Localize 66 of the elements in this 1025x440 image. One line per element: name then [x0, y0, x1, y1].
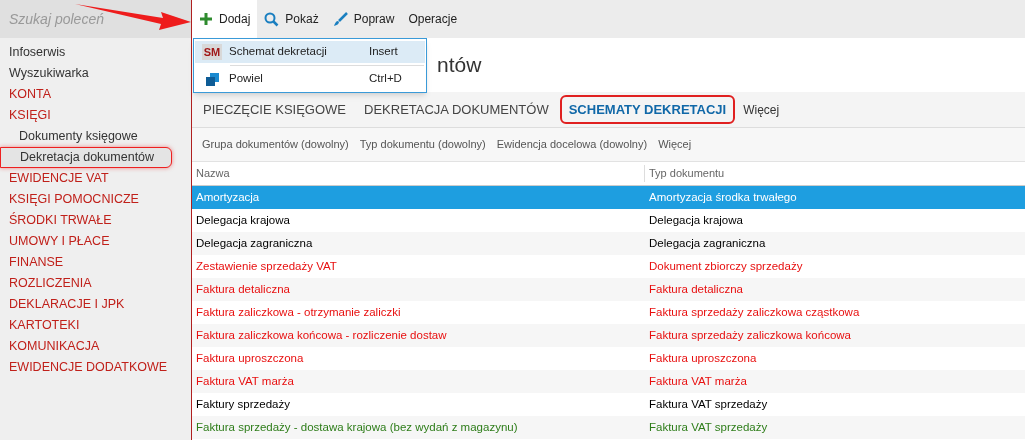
brush-icon [332, 11, 348, 27]
sidebar-item[interactable]: FINANSE [0, 252, 191, 273]
page-title: ntów [437, 52, 482, 79]
table-cell-text: Faktura VAT sprzedaży [648, 396, 769, 412]
table-cell-text: Dokument zbiorczy sprzedaży [648, 258, 804, 274]
toolbar-button[interactable]: Pokaż [257, 0, 326, 38]
menu-item[interactable]: SM Schemat dekretacji Insert [195, 41, 425, 63]
table-cell-text: Faktura sprzedaży - dostawa krajowa (bez wydań z magazynu) [195, 419, 519, 435]
plus-icon [199, 12, 213, 26]
table-cell-text: Faktura sprzedaży zaliczkowa końcowa [648, 327, 852, 343]
table-cell-text: Zestawienie sprzedaży VAT [195, 258, 338, 274]
toolbar-button[interactable]: Dodaj [192, 0, 258, 38]
sidebar-item[interactable]: Dokumenty księgowe [0, 126, 191, 147]
table-cell-text: Delegacja zagraniczna [195, 235, 314, 251]
sidebar-item[interactable]: Infoserwis [0, 42, 191, 63]
sidebar-item[interactable]: UMOWY I PŁACE [0, 231, 191, 252]
sidebar-item[interactable]: EWIDENCJE DODATKOWE [0, 357, 191, 378]
sidebar-item[interactable]: KONTA [0, 84, 191, 105]
sidebar-item[interactable]: KARTOTEKI [0, 315, 191, 336]
table-cell-text: Faktura sprzedaży zaliczkowa cząstkowa [648, 304, 861, 320]
tab[interactable]: SCHEMATY DEKRETACJI [559, 95, 736, 124]
table-row[interactable]: Faktura sprzedaży - dostawa krajowa (bez wydań z magazynu) Faktura VAT sprzedaży [192, 416, 1025, 439]
filter-button[interactable]: Grupa dokumentów (dowolny) [202, 136, 349, 153]
table-cell-text: Faktura uproszczona [195, 350, 305, 366]
table-row[interactable]: Faktura VAT marża Faktura VAT marża [192, 370, 1025, 393]
sidebar-item[interactable]: ROZLICZENIA [0, 273, 191, 294]
table-cell-text: Delegacja krajowa [648, 212, 744, 228]
sidebar-item[interactable]: Dekretacja dokumentów [0, 147, 172, 168]
table-row[interactable]: Faktura detaliczna Faktura detaliczna [192, 278, 1025, 301]
sidebar-item[interactable]: EWIDENCJE VAT [0, 168, 191, 189]
table-cell-text: Faktury sprzedaży [195, 396, 291, 412]
sidebar-item[interactable]: KSIĘGI [0, 105, 191, 126]
column-header: Nazwa [195, 166, 231, 182]
table-cell-text: Faktura detaliczna [648, 281, 744, 297]
filter-button[interactable]: Ewidencja docelowa (dowolny) [496, 136, 648, 153]
sidebar-item[interactable]: DEKLARACJE I JPK [0, 294, 191, 315]
table-cell-text: Amortyzacja środka trwałego [648, 189, 798, 205]
copy-icon [205, 72, 219, 86]
more-link[interactable]: Więcej [658, 136, 692, 153]
table-cell-text: Faktura detaliczna [195, 281, 291, 297]
table-cell-text: Amortyzacja [195, 189, 261, 205]
table-row[interactable]: Delegacja zagraniczna Delegacja zagraniczna [192, 232, 1025, 255]
menu-item[interactable]: Powiel Ctrl+D [195, 68, 425, 90]
tab[interactable]: PIECZĘCIE KSIĘGOWE [196, 95, 354, 124]
table-row[interactable]: Faktura zaliczkowa końcowa - rozliczenie dostaw Faktura sprzedaży zaliczkowa końcowa [192, 324, 1025, 347]
more-link[interactable]: Więcej [739, 100, 784, 119]
toolbar-button[interactable]: Popraw [325, 0, 402, 38]
sidebar-item[interactable]: ŚRODKI TRWAŁE [0, 210, 191, 231]
sidebar-item[interactable]: Wyszukiwarka [0, 63, 191, 84]
sidebar-item[interactable]: KOMUNIKACJA [0, 336, 191, 357]
table-cell-text: Faktura VAT sprzedaży [648, 419, 769, 435]
table-cell-text: Faktura VAT marża [195, 373, 295, 389]
column-header: Typ dokumentu [644, 165, 1025, 182]
table-cell-text: Faktura zaliczkowa końcowa - rozliczenie dostaw [195, 327, 448, 343]
table-cell-text: Faktura VAT marża [648, 373, 748, 389]
table-cell-text: Faktura zaliczkowa - otrzymanie zaliczki [195, 304, 402, 320]
toolbar-button[interactable]: Operacje [401, 0, 465, 38]
table-cell-text: Faktura uproszczona [648, 350, 758, 366]
filter-button[interactable]: Typ dokumentu (dowolny) [359, 136, 486, 153]
table-row[interactable]: Amortyzacja Amortyzacja środka trwałego [192, 186, 1025, 209]
table-cell-text: Delegacja zagraniczna [648, 235, 767, 251]
tab[interactable]: DEKRETACJA DOKUMENTÓW [357, 95, 556, 124]
sidebar-item[interactable]: KSIĘGI POMOCNICZE [0, 189, 191, 210]
search-icon [264, 11, 280, 27]
table-cell-text: Delegacja krajowa [195, 212, 291, 228]
menu-badge: SM [201, 43, 223, 61]
